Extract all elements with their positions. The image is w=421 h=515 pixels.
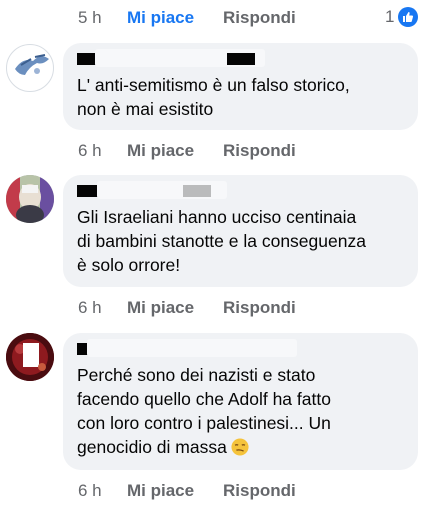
avatar-image: [6, 175, 54, 223]
comment-time: 6 h: [78, 141, 102, 160]
top-comment-actions: 5 h Mi piace Rispondi: [78, 8, 296, 28]
reply-button[interactable]: Rispondi: [223, 8, 296, 28]
reaction-count: 1: [385, 7, 395, 26]
comment-text: L' anti-semitismo è un falso storico, no…: [77, 75, 350, 119]
comment-author[interactable]: [77, 49, 404, 69]
comment-actions: 6 h Mi piace Rispondi: [78, 481, 296, 501]
comment-text: Perché sono dei nazisti e stato facendo …: [77, 363, 404, 459]
avatar-image: [6, 333, 54, 381]
avatar[interactable]: [6, 175, 54, 223]
comment-bubble: Perché sono dei nazisti e stato facendo …: [63, 333, 418, 470]
comment-author[interactable]: [77, 339, 404, 359]
like-button[interactable]: Mi piace: [127, 298, 223, 318]
comment-author[interactable]: [77, 181, 404, 201]
comment-time: 6 h: [78, 298, 102, 317]
comment-bubble: Gli Israeliani hanno ucciso centinaia di…: [63, 175, 418, 287]
like-button[interactable]: Mi piace: [127, 8, 223, 28]
comment-text-body: Perché sono dei nazisti e stato facendo …: [77, 365, 331, 457]
like-thumb-icon: [398, 7, 419, 27]
comment-actions: 6 h Mi piace Rispondi: [78, 298, 296, 318]
comment-time: 6 h: [78, 481, 102, 500]
comment-time: 5 h: [78, 8, 102, 27]
like-button[interactable]: Mi piace: [127, 481, 223, 501]
comment-actions: 6 h Mi piace Rispondi: [78, 141, 296, 161]
reaction-summary[interactable]: 1: [385, 7, 419, 27]
reply-button[interactable]: Rispondi: [223, 141, 296, 161]
avatar[interactable]: [6, 333, 54, 381]
avatar-image: [15, 54, 49, 75]
reply-button[interactable]: Rispondi: [223, 298, 296, 318]
like-button[interactable]: Mi piace: [127, 141, 223, 161]
smirk-face-emoji: [231, 438, 249, 456]
avatar[interactable]: [6, 44, 54, 92]
comment-text: Gli Israeliani hanno ucciso centinaia di…: [77, 207, 366, 275]
reply-button[interactable]: Rispondi: [223, 481, 296, 501]
comment-bubble: L' anti-semitismo è un falso storico, no…: [63, 43, 418, 130]
